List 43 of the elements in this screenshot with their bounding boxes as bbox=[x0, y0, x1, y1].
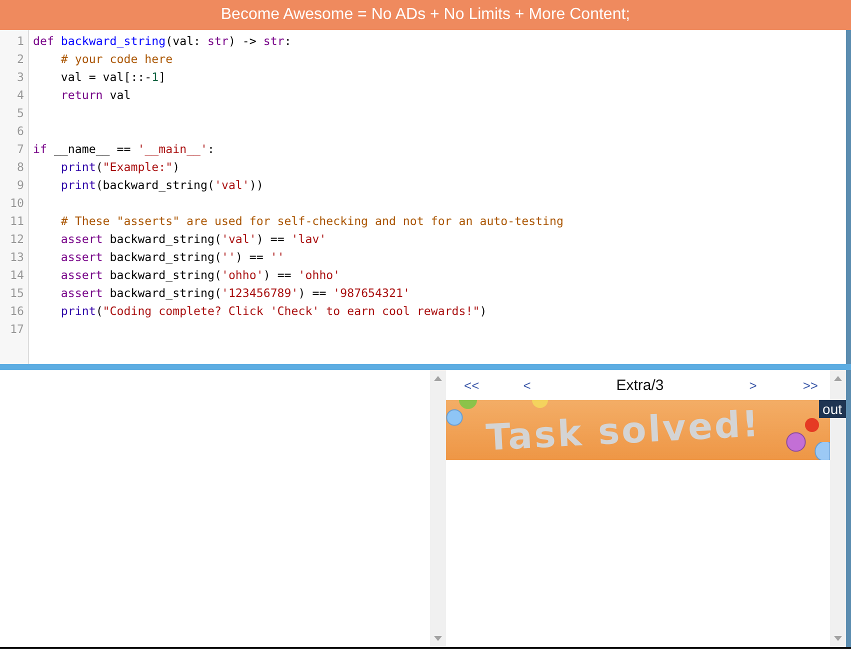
line-number: 2 bbox=[16, 51, 25, 68]
scroll-up-icon[interactable] bbox=[434, 376, 442, 381]
line-number: 5 bbox=[16, 105, 25, 122]
code-line[interactable]: assert backward_string('val') == 'lav' bbox=[33, 230, 326, 248]
line-number: 17 bbox=[9, 321, 25, 338]
line-number: 1 bbox=[16, 33, 25, 50]
ball-icon bbox=[805, 418, 819, 432]
code-line[interactable]: assert backward_string('ohho') == 'ohho' bbox=[33, 266, 340, 284]
line-number: 7 bbox=[16, 141, 25, 158]
scroll-down-icon[interactable] bbox=[434, 636, 442, 641]
line-number: 3 bbox=[16, 69, 25, 86]
code-line[interactable]: val = val[::-1] bbox=[33, 68, 166, 86]
code-line[interactable]: return val bbox=[33, 86, 131, 104]
code-line[interactable]: # your code here bbox=[33, 50, 173, 68]
line-number: 8 bbox=[16, 159, 25, 176]
first-page-link[interactable]: << bbox=[460, 378, 484, 392]
previous-page-link[interactable]: < bbox=[519, 378, 535, 392]
code-line[interactable]: print("Coding complete? Click 'Check' to earn cool rewards!") bbox=[33, 302, 487, 320]
code-line[interactable]: assert backward_string('') == '' bbox=[33, 248, 284, 266]
line-number: 6 bbox=[16, 123, 25, 140]
scroll-up-icon[interactable] bbox=[834, 376, 842, 381]
scroll-down-icon[interactable] bbox=[834, 636, 842, 641]
line-number: 12 bbox=[9, 231, 25, 248]
line-number: 11 bbox=[9, 213, 25, 230]
ball-icon bbox=[786, 432, 806, 452]
code-line[interactable]: if __name__ == '__main__': bbox=[33, 140, 215, 158]
page-title: Extra/3 bbox=[615, 376, 665, 394]
code-line[interactable]: print(backward_string('val')) bbox=[33, 176, 264, 194]
next-page-link[interactable]: > bbox=[745, 378, 761, 392]
task-solved-banner-text: Task solved! bbox=[485, 406, 762, 458]
line-number: 16 bbox=[9, 303, 25, 320]
out-label[interactable]: out bbox=[818, 400, 846, 418]
code-line[interactable]: assert backward_string('123456789') == '987654321' bbox=[33, 284, 410, 302]
line-number: 9 bbox=[16, 177, 25, 194]
line-number: 15 bbox=[9, 285, 25, 302]
code-line[interactable]: print("Example:") bbox=[33, 158, 180, 176]
line-number: 13 bbox=[9, 249, 25, 266]
last-page-link[interactable]: >> bbox=[798, 378, 822, 392]
line-number: 10 bbox=[9, 195, 25, 212]
line-number: 14 bbox=[9, 267, 25, 284]
code-line[interactable]: def backward_string(val: str) -> str: bbox=[33, 32, 292, 50]
code-line[interactable]: # These "asserts" are used for self-checking and not for an auto-testing bbox=[33, 212, 564, 230]
line-number: 4 bbox=[16, 87, 25, 104]
